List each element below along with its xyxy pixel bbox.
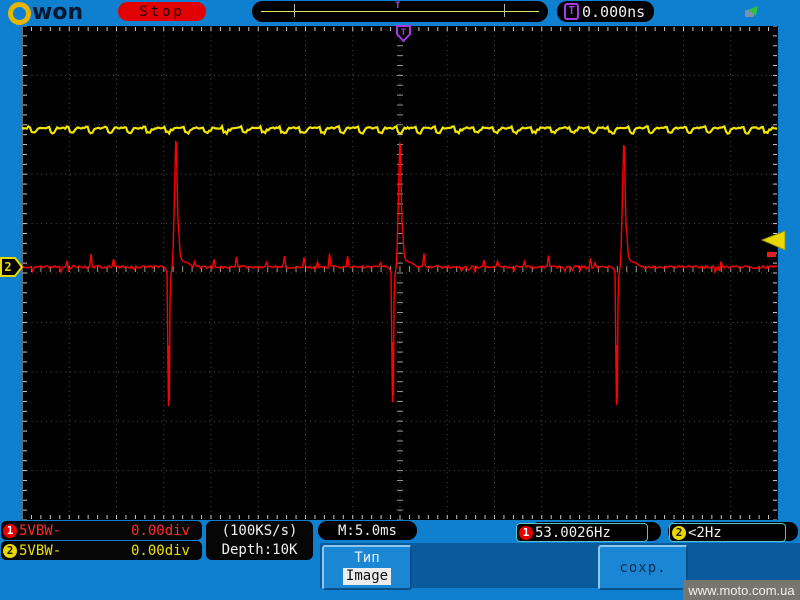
sample-rate: (100KS/s) xyxy=(221,523,298,539)
ch2-position: 0.00div xyxy=(130,542,190,559)
freq-readout-ch2: 2 <2Hz xyxy=(669,523,786,542)
graticule-area: 1 53.0026Hz 2 <2Hz xyxy=(22,26,786,542)
ch1-dot: 1 xyxy=(3,523,17,538)
menu-type-button[interactable]: Тип Image xyxy=(322,545,412,590)
trigger-t-icon: T xyxy=(564,3,579,20)
ch2-dot: 2 xyxy=(3,543,17,558)
trigger-position-icon: T xyxy=(395,1,401,11)
type-value: Image xyxy=(342,568,392,586)
ch2-scale: 5VBW- xyxy=(19,542,62,559)
logo-text: won xyxy=(32,0,84,25)
timebase-badge: M:5.0ms xyxy=(318,521,417,540)
svg-text:2: 2 xyxy=(4,260,11,274)
save-label: сохр. xyxy=(619,559,667,576)
trigger-time-value: 0.000ns xyxy=(582,2,646,21)
watermark: www.moto.com.ua xyxy=(683,580,800,600)
window-bracket-left xyxy=(294,4,295,17)
trigger-shield-icon: T xyxy=(396,25,411,42)
waveform-canvas xyxy=(22,26,778,520)
memory-depth: Depth:10K xyxy=(221,542,298,558)
menu-save-button[interactable]: сохр. xyxy=(598,545,688,590)
ch1-position: 0.00div xyxy=(130,522,190,539)
freq2-value: <2Hz xyxy=(688,524,722,541)
svg-text:T: T xyxy=(401,28,407,38)
window-bracket-right xyxy=(504,4,505,17)
ch1-status-row: 1 5VBW- 0.00div xyxy=(1,521,202,540)
type-label: Тип xyxy=(354,549,380,566)
logo-ring-icon xyxy=(8,1,31,25)
owon-logo: won xyxy=(8,1,83,25)
memory-line xyxy=(261,11,539,12)
ch2-position-marker: 2 xyxy=(0,257,23,277)
trigger-level-arrow-icon xyxy=(760,230,786,257)
usb-device-icon xyxy=(743,2,762,18)
run-state-badge: Stop xyxy=(118,2,206,21)
oscilloscope-screen: won Stop T T 0.000ns 1 53.0026Hz 2 <2Hz … xyxy=(0,0,800,600)
ch1-scale: 5VBW- xyxy=(19,522,62,539)
memory-position-bar: T xyxy=(252,1,548,22)
ch2-dot: 2 xyxy=(672,525,686,540)
ch2-status-row: 2 5VBW- 0.00div xyxy=(1,541,202,560)
freq1-value: 53.0026Hz xyxy=(535,524,611,541)
trigger-time-badge: T 0.000ns xyxy=(557,1,654,22)
freq-readout-ch1: 1 53.0026Hz xyxy=(516,523,648,542)
ch1-dot: 1 xyxy=(519,525,533,540)
acquisition-info-box: (100KS/s) Depth:10K xyxy=(206,521,313,560)
